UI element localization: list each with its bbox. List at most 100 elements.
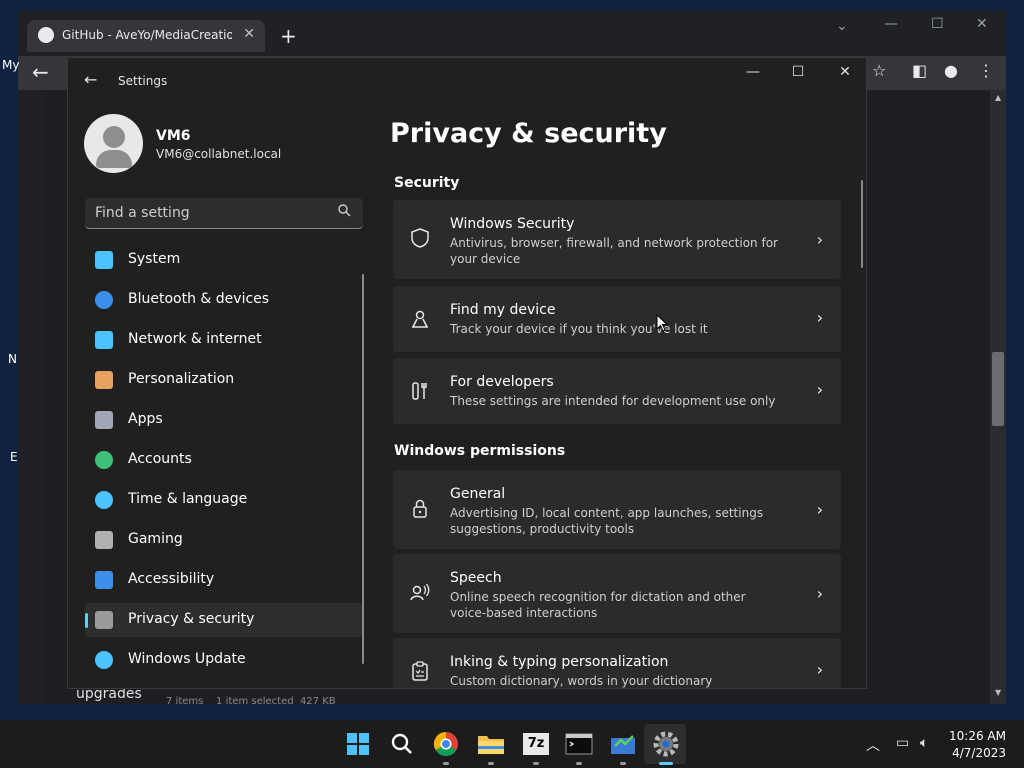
close-icon[interactable]: ✕ — [976, 16, 988, 32]
desktop-fragment: N — [8, 352, 17, 366]
search-placeholder: Find a setting — [95, 205, 190, 221]
sidepanel-icon[interactable]: ◧ — [912, 61, 927, 80]
setting-card-speech[interactable]: Speech Online speech recognition for dict… — [393, 554, 841, 633]
chevron-up-icon[interactable]: ︿ — [866, 735, 880, 755]
sidebar-item-label: Bluetooth & devices — [128, 291, 270, 307]
update-icon — [95, 651, 113, 669]
user-name: VM6 — [156, 128, 191, 144]
active-indicator — [659, 762, 673, 765]
chrome-icon[interactable] — [430, 728, 462, 760]
minimize-icon[interactable]: — — [738, 64, 768, 80]
sidebar-item-bluetooth-devices[interactable]: Bluetooth & devices — [85, 283, 363, 317]
lock-icon — [409, 497, 431, 519]
back-arrow-icon[interactable]: ← — [32, 60, 49, 84]
sidebar-item-privacy-security[interactable]: Privacy & security — [85, 603, 363, 637]
star-icon[interactable]: ☆ — [872, 61, 886, 80]
chevron-right-icon: › — [816, 500, 823, 519]
close-icon[interactable]: ✕ — [830, 64, 860, 80]
search-icon[interactable] — [386, 728, 418, 760]
section-heading-permissions: Windows permissions — [394, 443, 566, 459]
terminal-icon[interactable] — [563, 728, 595, 760]
browser-tab-title: GitHub - AveYo/MediaCreationTc — [62, 28, 232, 42]
setting-card-for-developers[interactable]: For developers These settings are intende… — [393, 358, 841, 424]
setting-card-general[interactable]: General Advertising ID, local content, ap… — [393, 470, 841, 549]
sidebar-item-label: Privacy & security — [128, 611, 255, 627]
taskbar: 7z ︿ ▭ 🔈︎ 10:26 AM 4/7/2023 — [0, 720, 1024, 768]
sidebar-item-label: Time & language — [128, 491, 248, 507]
sidebar-item-accessibility[interactable]: Accessibility — [85, 563, 363, 597]
sidebar-item-windows-update[interactable]: Windows Update — [85, 643, 363, 677]
profile-icon[interactable]: ● — [944, 61, 958, 80]
running-indicator — [576, 762, 582, 765]
sidebar-item-label: Windows Update — [128, 651, 246, 667]
wifi-icon — [95, 331, 113, 349]
search-icon — [338, 204, 351, 221]
scroll-down-icon[interactable]: ▼ — [995, 688, 1001, 697]
setting-card-find-my-device[interactable]: Find my device Track your device if you t… — [393, 286, 841, 352]
sidebar-item-gaming[interactable]: Gaming — [85, 523, 363, 557]
sidebar-item-label: Apps — [128, 411, 163, 427]
browser-scrollbar-thumb[interactable] — [992, 352, 1004, 426]
mouse-cursor-icon — [656, 314, 668, 332]
running-indicator — [488, 762, 494, 765]
globe-clock-icon — [95, 491, 113, 509]
avatar[interactable] — [84, 114, 143, 173]
brush-icon — [95, 371, 113, 389]
clock-time[interactable]: 10:26 AM — [938, 729, 1006, 743]
maximize-icon[interactable]: ☐ — [783, 64, 813, 80]
section-heading-security: Security — [394, 175, 460, 191]
sidebar-item-personalization[interactable]: Personalization — [85, 363, 363, 397]
sidebar-item-time-language[interactable]: Time & language — [85, 483, 363, 517]
desktop-fragment: E — [10, 450, 18, 464]
volume-icon[interactable]: 🔈︎ — [920, 735, 928, 751]
bluetooth-icon — [95, 291, 113, 309]
github-icon — [38, 27, 54, 43]
settings-gear-icon[interactable] — [650, 728, 682, 760]
find-device-icon — [409, 308, 431, 330]
close-tab-icon[interactable]: ✕ — [243, 26, 255, 42]
card-title: Windows Security — [450, 216, 575, 232]
sidebar-item-apps[interactable]: Apps — [85, 403, 363, 437]
sidebar-item-network-internet[interactable]: Network & internet — [85, 323, 363, 357]
search-input[interactable]: Find a setting — [85, 198, 363, 229]
card-description: Track your device if you think you've lo… — [450, 322, 708, 336]
back-arrow-icon[interactable]: ← — [84, 70, 97, 89]
card-title: Find my device — [450, 302, 556, 318]
card-description: These settings are intended for developm… — [450, 394, 776, 408]
shield-icon — [95, 611, 113, 629]
setting-card-windows-security[interactable]: Windows Security Antivirus, browser, fire… — [393, 200, 841, 279]
browser-tab-strip: GitHub - AveYo/MediaCreationTc ✕ + ⌄ — ☐… — [18, 10, 1006, 56]
kebab-menu-icon[interactable]: ⋮ — [978, 61, 994, 80]
setting-card-inking-typing-personalization[interactable]: Inking & typing personalization Custom di… — [393, 638, 841, 688]
7zip-icon[interactable]: 7z — [520, 728, 552, 760]
sidebar-item-accounts[interactable]: Accounts — [85, 443, 363, 477]
new-tab-button[interactable]: + — [280, 24, 297, 48]
running-indicator — [443, 762, 449, 765]
controller-icon — [95, 531, 113, 549]
card-description: Online speech recognition for dictation … — [450, 590, 746, 620]
minimize-icon[interactable]: — — [884, 16, 898, 32]
maximize-icon[interactable]: ☐ — [931, 16, 944, 32]
chevron-right-icon: › — [816, 584, 823, 603]
network-app-icon[interactable] — [607, 728, 639, 760]
browser-tab[interactable]: GitHub - AveYo/MediaCreationTc ✕ — [27, 20, 265, 52]
network-icon[interactable]: ▭ — [896, 735, 909, 751]
chevron-down-icon[interactable]: ⌄ — [836, 18, 848, 34]
file-explorer-icon[interactable] — [475, 728, 507, 760]
system-icon — [95, 251, 113, 269]
windows-start-icon[interactable] — [342, 728, 374, 760]
page-title: Privacy & security — [390, 118, 667, 149]
window-title: Settings — [118, 74, 168, 88]
settings-window: ← Settings — ☐ ✕ VM6 VM6@collabnet.local… — [67, 57, 867, 689]
card-title: For developers — [450, 374, 554, 390]
scroll-up-icon[interactable]: ▲ — [995, 93, 1001, 102]
clock-date[interactable]: 4/7/2023 — [938, 746, 1006, 760]
card-description: Custom dictionary, words in your diction… — [450, 674, 713, 688]
nav-scrollbar[interactable] — [362, 274, 364, 664]
content-scrollbar[interactable] — [861, 180, 863, 268]
card-description: Antivirus, browser, firewall, and networ… — [450, 236, 778, 266]
user-email: VM6@collabnet.local — [156, 147, 282, 161]
sidebar-item-label: Accessibility — [128, 571, 215, 587]
shield-outline-icon — [409, 227, 431, 249]
sidebar-item-system[interactable]: System — [85, 243, 363, 277]
